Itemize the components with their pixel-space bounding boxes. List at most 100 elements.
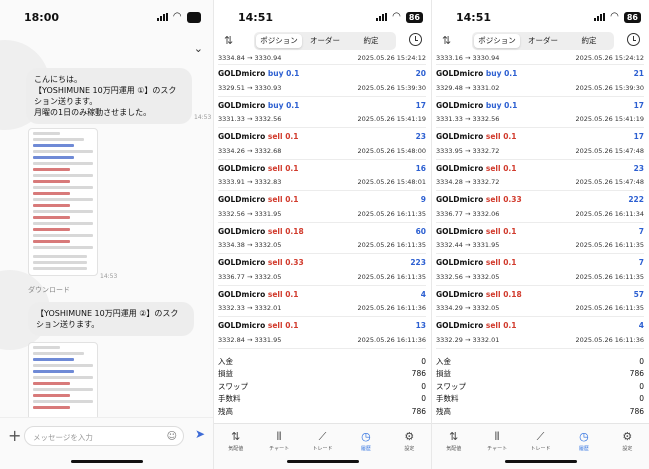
summary-row: 損益 786: [436, 368, 644, 380]
table-row[interactable]: GOLDmicro buy 0.1 20 3329.51 → 3330.93 2025…: [218, 65, 426, 97]
send-icon[interactable]: ➤: [195, 427, 205, 441]
summary-label: スワップ: [436, 381, 466, 391]
trade-prices: 3332.84 → 3331.95: [218, 335, 282, 344]
screenshot-thumbnail[interactable]: [28, 342, 98, 422]
table-row[interactable]: 3333.16 → 3330.94 2025.05.26 15:24:12: [436, 53, 644, 65]
summary-row: 手数料 0: [436, 393, 644, 405]
trade-title: GOLDmicro sell 0.1: [436, 132, 516, 141]
emoji-icon[interactable]: ☺: [167, 431, 177, 442]
table-row[interactable]: GOLDmicro sell 0.18 57 3334.29 → 3332.05 20…: [436, 286, 644, 317]
download-label[interactable]: ダウンロード: [28, 285, 70, 295]
message-time: 14:53: [100, 273, 118, 280]
tab-positions[interactable]: ポジション: [474, 34, 520, 48]
table-row[interactable]: GOLDmicro sell 0.1 17 3333.95 → 3332.72 202…: [436, 128, 644, 160]
table-row[interactable]: GOLDmicro buy 0.1 17 3331.33 → 3332.56 2025…: [218, 97, 426, 128]
summary-label: 手数料: [436, 394, 459, 404]
trade-side: sell: [485, 163, 501, 173]
status-time: 14:51: [238, 10, 274, 24]
settings-icon: ⚙: [622, 430, 633, 443]
trade-symbol: GOLDmicro: [436, 289, 484, 299]
tabbar-label: チャート: [269, 446, 290, 452]
table-row[interactable]: GOLDmicro buy 0.1 17 3331.33 → 3332.56 2025…: [436, 97, 644, 128]
message-input[interactable]: メッセージを入力 ☺: [24, 426, 184, 446]
trade-symbol: GOLDmicro: [436, 226, 484, 236]
tabbar-item[interactable]: ⚙ 設定: [388, 424, 431, 469]
table-row[interactable]: GOLDmicro sell 0.1 7 3332.44 → 3331.95 2025…: [436, 223, 644, 254]
trade-title: GOLDmicro sell 0.1: [218, 164, 298, 173]
trade-prices: 3334.38 → 3332.05: [218, 241, 282, 249]
table-row[interactable]: GOLDmicro sell 0.1 7 3332.56 → 3332.05 2025…: [436, 254, 644, 286]
trade-prices: 3334.28 → 3332.72: [436, 178, 500, 186]
tabbar-label: 設定: [404, 446, 415, 452]
trade-profit: 7: [638, 258, 644, 267]
table-row[interactable]: GOLDmicro sell 0.1 4 3332.29 → 3332.01 2025…: [436, 317, 644, 349]
clock-icon[interactable]: [627, 33, 640, 46]
trade-profit: 222: [628, 195, 644, 204]
summary-label: 損益: [218, 369, 233, 379]
trade-profit: 20: [415, 69, 426, 78]
trade-lots: 0.1: [285, 321, 299, 330]
trade-prices: 3334.26 → 3332.68: [218, 146, 282, 155]
trade-symbol: GOLDmicro: [436, 69, 484, 78]
trade-lots: 0.1: [285, 289, 299, 299]
trade-prices: 3336.77 → 3332.05: [218, 272, 282, 281]
table-row[interactable]: GOLDmicro sell 0.18 60 3334.38 → 3332.05 20…: [218, 223, 426, 254]
trade-lots: 0.1: [503, 226, 517, 236]
summary-value: 786: [411, 369, 426, 379]
clock-icon[interactable]: [409, 33, 422, 46]
tabbar-label: チャート: [487, 446, 508, 452]
plus-icon[interactable]: +: [8, 426, 21, 445]
home-indicator: [286, 460, 359, 463]
tab-deals[interactable]: 約定: [348, 34, 394, 48]
tab-positions[interactable]: ポジション: [256, 34, 302, 48]
trade-title: GOLDmicro sell 0.1: [436, 321, 516, 330]
trade-prices: 3331.33 → 3332.56: [218, 115, 282, 123]
history-icon: ◷: [361, 430, 371, 443]
screenshot-thumbnail[interactable]: [28, 128, 98, 276]
history-icon: ◷: [579, 430, 589, 443]
trade-profit: 23: [633, 163, 644, 173]
table-row[interactable]: GOLDmicro sell 0.1 4 3332.33 → 3332.01 2025…: [218, 286, 426, 317]
trade-prices: 3332.44 → 3331.95: [436, 241, 500, 249]
trade-datetime: 2025.05.26 15:24:12: [357, 54, 426, 62]
trade-datetime: 2025.05.26 16:11:35: [357, 272, 426, 281]
table-row[interactable]: GOLDmicro sell 0.33 222 3336.77 → 3332.06 2…: [436, 191, 644, 223]
table-row[interactable]: 3334.84 → 3330.94 2025.05.26 15:24:12: [218, 53, 426, 65]
trade-lots: 0.1: [503, 321, 517, 330]
trade-profit: 17: [633, 100, 644, 110]
tab-orders[interactable]: オーダー: [302, 34, 348, 48]
tabbar-label: 履歴: [360, 446, 371, 452]
signal-icon: [376, 13, 388, 21]
table-row[interactable]: GOLDmicro buy 0.1 21 3329.48 → 3331.02 2025…: [436, 65, 644, 97]
chevron-down-icon[interactable]: ⌄: [194, 42, 203, 55]
home-indicator: [70, 460, 143, 463]
table-row[interactable]: GOLDmicro sell 0.1 23 3334.26 → 3332.68 202…: [218, 128, 426, 160]
status-time: 14:51: [456, 10, 492, 24]
tabbar-item[interactable]: ⇅ 気配値: [432, 424, 475, 469]
sort-icon[interactable]: ⇅: [442, 34, 451, 47]
trade-symbol: GOLDmicro: [436, 163, 484, 173]
wifi-icon: ◠: [610, 11, 619, 22]
table-row[interactable]: GOLDmicro sell 0.1 13 3332.84 → 3331.95 202…: [218, 317, 426, 349]
trade-prices: 3332.56 → 3331.95: [218, 209, 282, 218]
trade-prices: 3332.33 → 3332.01: [218, 304, 282, 312]
table-row[interactable]: GOLDmicro sell 0.1 16 3333.91 → 3332.83 202…: [218, 160, 426, 191]
trade-profit: 16: [415, 163, 426, 173]
tab-deals[interactable]: 約定: [566, 34, 612, 48]
summary-row: 手数料 0: [218, 393, 426, 405]
summary-value: 0: [421, 381, 426, 391]
tabbar-item[interactable]: ⇅ 気配値: [214, 424, 257, 469]
trade-prices: 3329.48 → 3331.02: [436, 83, 500, 92]
sort-icon[interactable]: ⇅: [224, 34, 233, 47]
tabbar-item[interactable]: ⚙ 設定: [606, 424, 649, 469]
tab-orders[interactable]: オーダー: [520, 34, 566, 48]
trade-datetime: 2025.05.26 16:11:34: [575, 209, 644, 218]
trade-symbol: GOLDmicro: [218, 195, 266, 204]
table-row[interactable]: GOLDmicro sell 0.33 223 3336.77 → 3332.05 2…: [218, 254, 426, 286]
summary-row: スワップ 0: [218, 381, 426, 393]
table-row[interactable]: GOLDmicro sell 0.1 9 3332.56 → 3331.95 2025…: [218, 191, 426, 223]
summary-label: 入金: [436, 357, 451, 366]
table-row[interactable]: GOLDmicro sell 0.1 23 3334.28 → 3332.72 202…: [436, 160, 644, 191]
trade-title: GOLDmicro sell 0.1: [218, 132, 298, 141]
trade-side: sell: [267, 258, 283, 267]
